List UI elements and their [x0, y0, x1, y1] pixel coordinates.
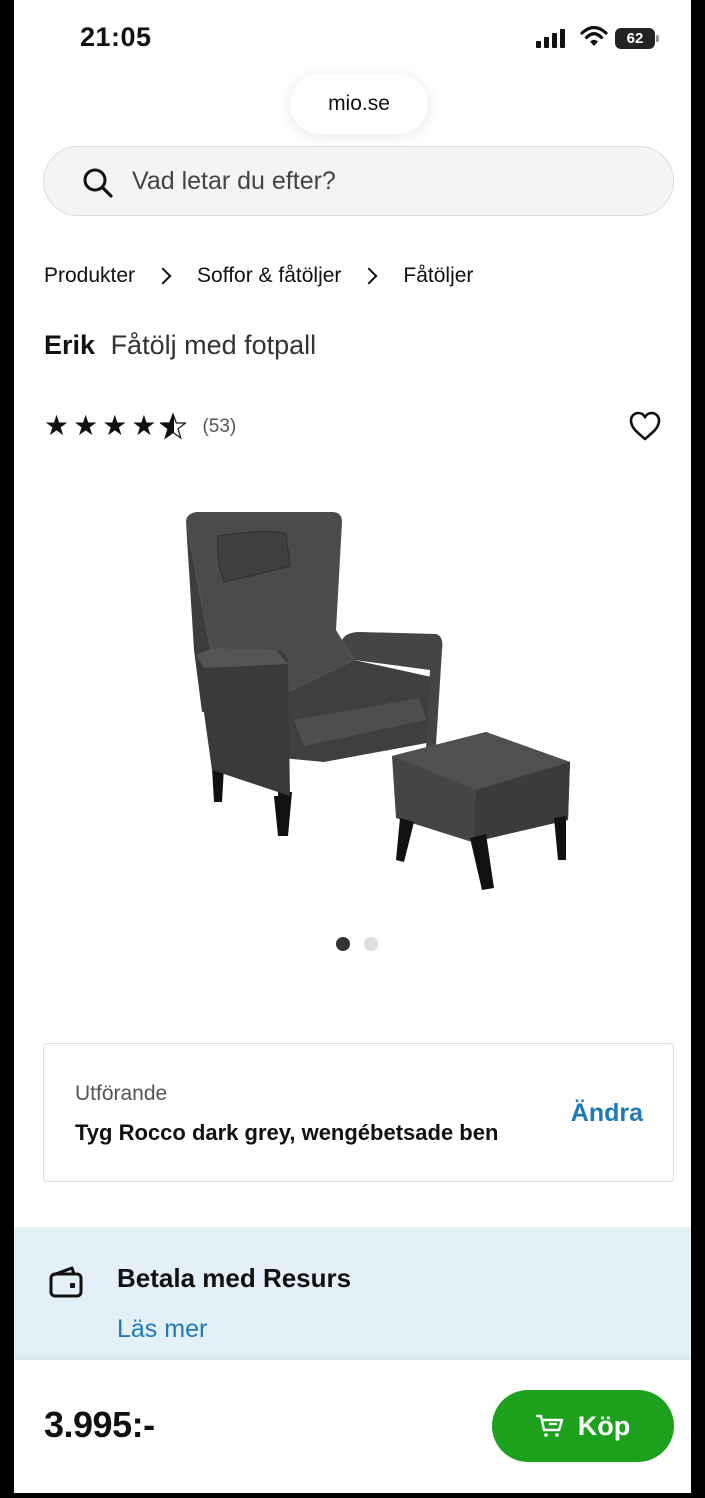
product-subtitle: Fåtölj med fotpall — [110, 330, 317, 360]
payment-title: Betala med Resurs — [117, 1263, 352, 1293]
product-brand: Erik — [44, 330, 96, 360]
search-bar[interactable] — [43, 146, 674, 216]
breadcrumb: Produkter Soffor & fåtöljer Fåtöljer — [44, 264, 473, 288]
star-icon: ★ — [73, 410, 99, 441]
rating-stars: ★ ★ ★ ★ — [44, 410, 187, 441]
star-icon: ★ — [44, 410, 70, 441]
product-title: Erik Fåtölj med fotpall — [44, 330, 316, 361]
battery-icon: 62 — [615, 28, 659, 49]
search-icon — [83, 168, 113, 198]
read-more-link[interactable]: Läs mer — [117, 1315, 207, 1344]
heart-icon[interactable] — [628, 410, 662, 442]
buy-button[interactable]: Köp — [492, 1390, 674, 1462]
product-price: 3.995:- — [44, 1404, 155, 1445]
variant-card[interactable]: Utförande Tyg Rocco dark grey, wengébets… — [43, 1043, 674, 1182]
star-half-icon — [160, 413, 187, 440]
chevron-right-icon — [154, 267, 172, 285]
product-image[interactable] — [164, 500, 584, 900]
variant-label: Utförande — [75, 1082, 168, 1105]
image-pagination[interactable] — [336, 937, 378, 951]
pagination-dot[interactable] — [364, 937, 378, 951]
wifi-icon — [580, 25, 608, 46]
screen: 21:05 62 mio.se Produkter Soffor & fåtöl… — [14, 0, 691, 1493]
variant-value: Tyg Rocco dark grey, wengébetsade ben — [75, 1120, 499, 1145]
url-bar[interactable]: mio.se — [290, 74, 428, 134]
payment-banner: Betala med Resurs Läs mer — [14, 1227, 691, 1367]
cart-icon — [535, 1414, 563, 1437]
star-icon: ★ — [102, 410, 128, 441]
buy-button-label: Köp — [577, 1410, 631, 1441]
status-bar: 21:05 62 — [14, 0, 691, 70]
status-time: 21:05 — [80, 22, 152, 52]
search-input[interactable] — [132, 159, 612, 203]
breadcrumb-item-fatoljer[interactable]: Fåtöljer — [403, 264, 473, 288]
chevron-right-icon — [360, 267, 378, 285]
product-rating[interactable]: ★ ★ ★ ★ (53) — [44, 412, 236, 441]
star-icon: ★ — [131, 410, 157, 441]
breadcrumb-item-produkter[interactable]: Produkter — [44, 264, 135, 288]
rating-count: (53) — [202, 415, 237, 437]
wallet-icon — [49, 1266, 83, 1298]
pagination-dot-active[interactable] — [336, 937, 350, 951]
breadcrumb-item-soffor[interactable]: Soffor & fåtöljer — [197, 264, 341, 288]
purchase-bar: 3.995:- Köp — [14, 1360, 691, 1493]
cellular-signal-icon — [536, 28, 565, 48]
change-variant-button[interactable]: Ändra — [571, 1099, 643, 1128]
